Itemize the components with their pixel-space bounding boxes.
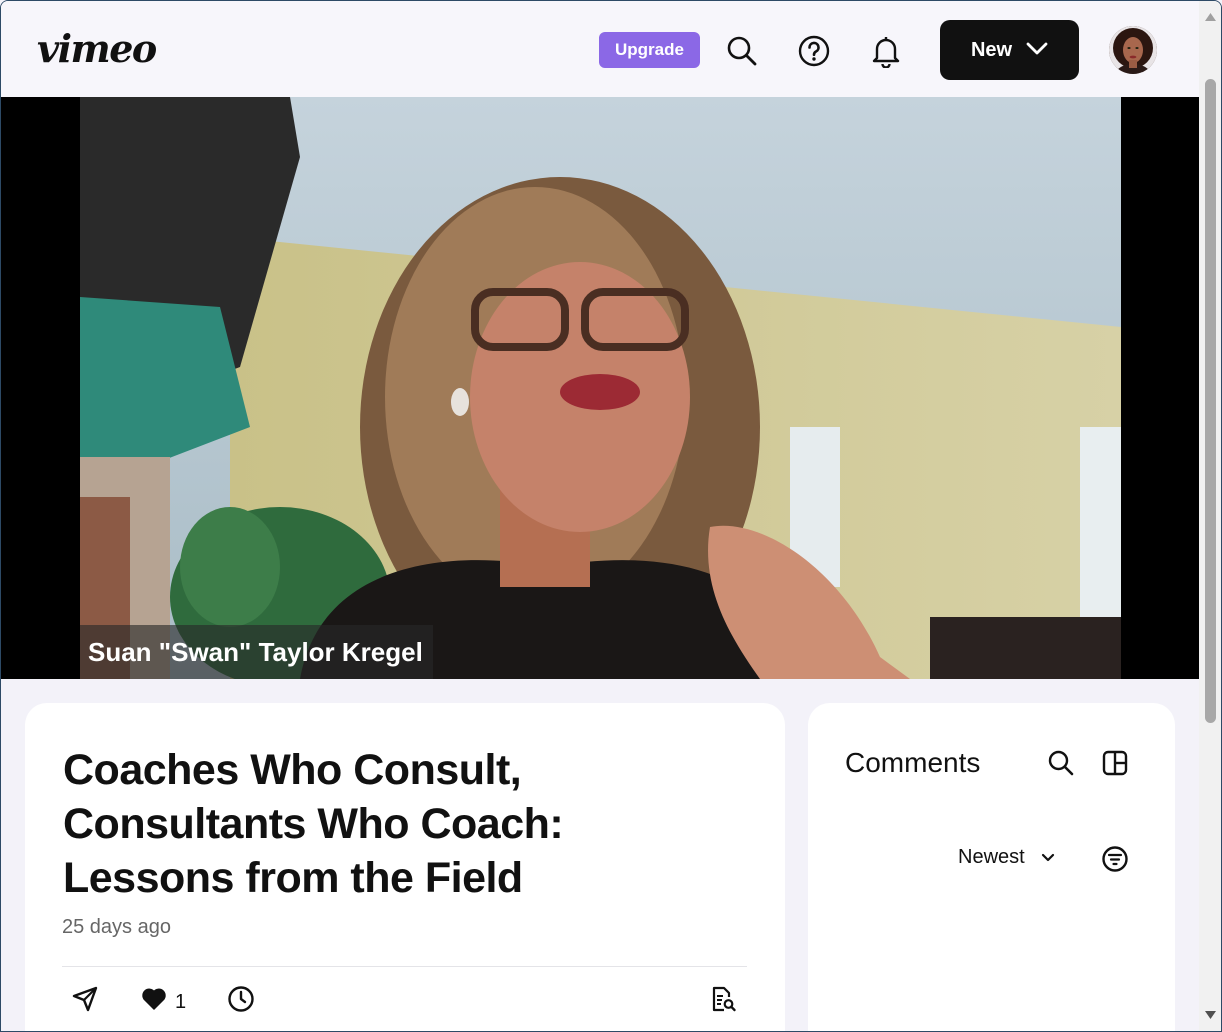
search-icon[interactable] bbox=[722, 31, 762, 71]
video-still bbox=[80, 97, 1121, 679]
new-button-label: New bbox=[970, 38, 1013, 61]
upload-age: 25 days ago bbox=[62, 916, 171, 938]
video-title: Coaches Who Consult, Consultants Who Coa… bbox=[63, 746, 564, 902]
transcript-button[interactable] bbox=[709, 986, 737, 1018]
chevron-down-icon bbox=[1026, 39, 1048, 62]
scroll-up-arrow-icon[interactable] bbox=[1204, 11, 1217, 23]
page-scrollbar[interactable] bbox=[1199, 1, 1221, 1031]
scrollbar-thumb[interactable] bbox=[1205, 79, 1216, 723]
search-icon[interactable] bbox=[1044, 746, 1078, 780]
video-player[interactable]: Suan "Swan" Taylor Kregel bbox=[1, 97, 1199, 679]
video-details-card: Coaches Who Consult, Consultants Who Coa… bbox=[25, 703, 785, 1031]
scroll-down-arrow-icon[interactable] bbox=[1204, 1009, 1217, 1021]
browser-window: vimeo Upgrade New Suan "Swan" Taylor Kre… bbox=[0, 0, 1222, 1032]
share-button[interactable] bbox=[71, 986, 99, 1018]
layout-panel-icon[interactable] bbox=[1098, 746, 1132, 780]
bell-icon[interactable] bbox=[866, 31, 906, 71]
transcript-search-icon bbox=[709, 985, 737, 1019]
like-count: 1 bbox=[175, 990, 187, 1013]
video-frame[interactable]: Suan "Swan" Taylor Kregel bbox=[80, 97, 1121, 679]
new-button[interactable]: New bbox=[940, 20, 1079, 80]
clock-icon bbox=[227, 985, 255, 1019]
top-navigation-bar: vimeo Upgrade New bbox=[1, 1, 1199, 97]
help-icon[interactable] bbox=[794, 31, 834, 71]
sort-dropdown[interactable]: Newest bbox=[958, 846, 1055, 869]
filter-icon[interactable] bbox=[1098, 842, 1132, 876]
divider bbox=[62, 966, 747, 967]
sort-label: Newest bbox=[958, 846, 1025, 868]
upgrade-button[interactable]: Upgrade bbox=[599, 32, 700, 68]
vimeo-logo[interactable]: vimeo bbox=[37, 29, 157, 69]
user-avatar[interactable] bbox=[1109, 26, 1157, 74]
heart-icon bbox=[141, 987, 167, 1017]
comments-panel: Comments Newest bbox=[808, 703, 1175, 1031]
comments-heading: Comments bbox=[845, 747, 981, 778]
watch-later-button[interactable] bbox=[227, 986, 255, 1018]
like-button[interactable]: 1 bbox=[141, 986, 186, 1018]
send-icon bbox=[71, 985, 99, 1019]
speaker-name-caption: Suan "Swan" Taylor Kregel bbox=[80, 625, 433, 679]
chevron-down-icon bbox=[1041, 846, 1055, 869]
